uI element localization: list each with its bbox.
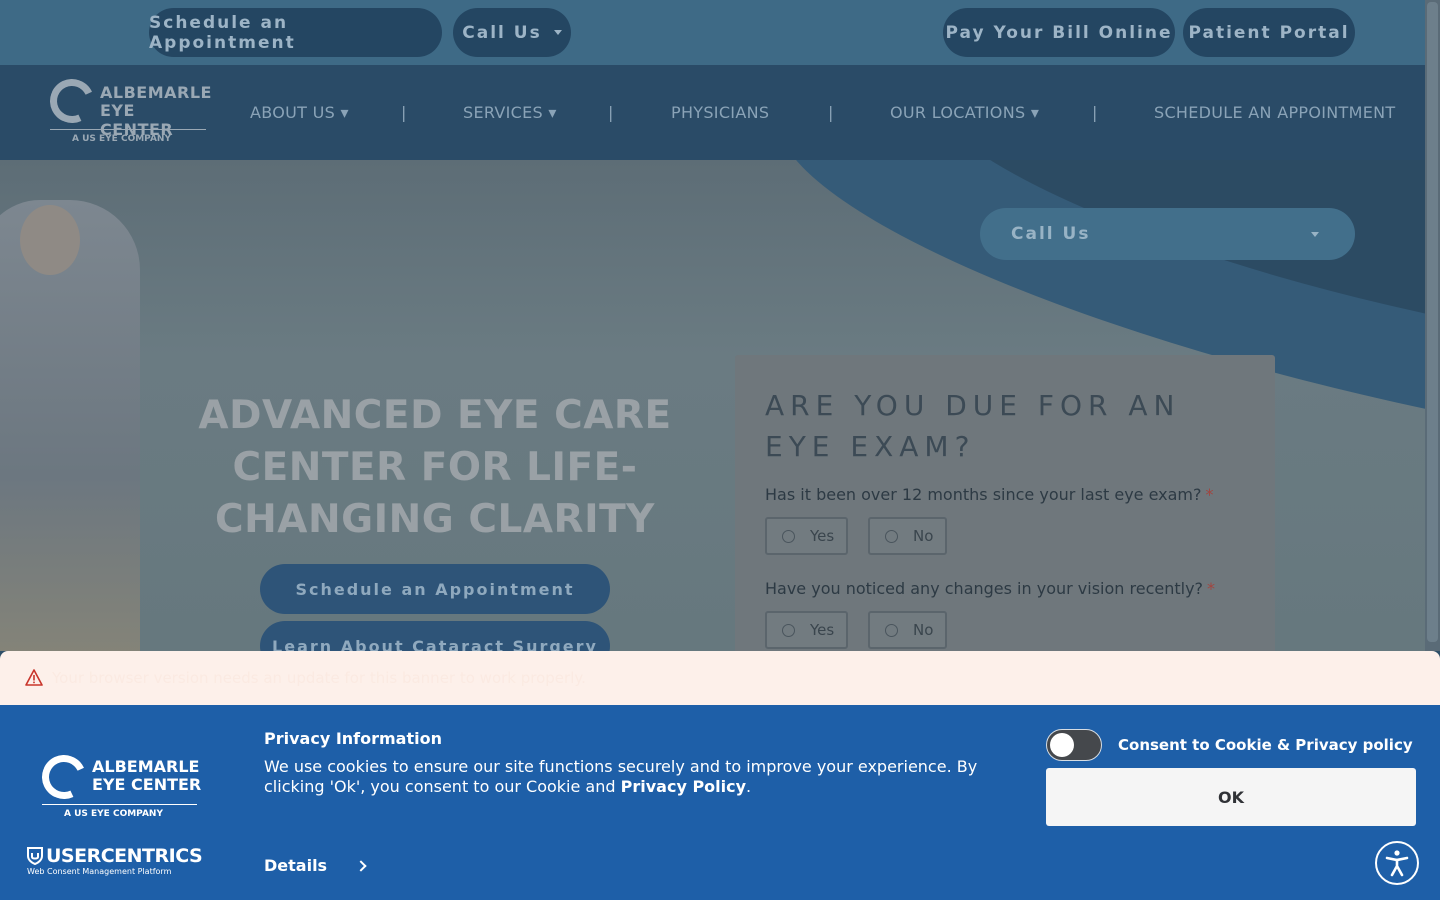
privacy-body: We use cookies to ensure our site functi…	[264, 757, 1004, 797]
hero-photo-head	[20, 205, 80, 275]
q1-option-no[interactable]: No	[868, 517, 947, 555]
eye-exam-form: ARE YOU DUE FOR AN EYE EXAM? Has it been…	[735, 355, 1275, 651]
nav-separator: |	[1092, 103, 1098, 122]
nav-item-physicians[interactable]: PHYSICIANS	[671, 103, 769, 122]
logo-line-3: A US EYE COMPANY	[64, 809, 163, 819]
accessibility-button[interactable]	[1375, 841, 1419, 885]
logo-divider	[42, 804, 197, 805]
nav-separator: |	[401, 103, 407, 122]
nav-item-services[interactable]: SERVICES ▾	[463, 103, 557, 122]
q1-yes-label: Yes	[810, 527, 835, 545]
consent-toggle[interactable]	[1046, 729, 1102, 761]
hero-call-us-dropdown[interactable]: Call Us	[980, 208, 1355, 260]
ok-button[interactable]: OK	[1046, 768, 1416, 826]
form-title: ARE YOU DUE FOR AN EYE EXAM?	[765, 389, 1181, 463]
page-scrollbar[interactable]	[1425, 0, 1440, 651]
q2-yes-label: Yes	[810, 621, 835, 639]
radio-icon	[885, 623, 898, 637]
nav-separator: |	[608, 103, 614, 122]
hero-photo-person	[0, 200, 140, 651]
nav-separator: |	[828, 103, 834, 122]
privacy-body-suffix: .	[746, 777, 752, 796]
logo-ring-icon	[43, 72, 101, 130]
nav-item-our-locations[interactable]: OUR LOCATIONS ▾	[890, 103, 1039, 122]
logo-line-3: A US EYE COMPANY	[72, 134, 171, 144]
logo-line-2: EYE CENTER	[92, 775, 202, 794]
logo-divider	[50, 129, 206, 130]
hero-schedule-label: Schedule an Appointment	[295, 579, 575, 599]
privacy-title: Privacy Information	[264, 729, 442, 748]
browser-warning-text: Your browser version needs an update for…	[52, 669, 586, 687]
pay-bill-button[interactable]: Pay Your Bill Online	[943, 8, 1175, 57]
hero-section: Call Us ADVANCED EYE CARE CENTER FOR LIF…	[0, 160, 1425, 651]
radio-icon	[782, 623, 795, 637]
form-question-1: Has it been over 12 months since your la…	[765, 485, 1214, 504]
logo-ring-icon	[35, 748, 93, 806]
hero-cataract-button[interactable]: Learn About Cataract Surgery	[260, 621, 610, 651]
question-2-text: Have you noticed any changes in your vis…	[765, 579, 1204, 598]
hero-call-us-label: Call Us	[1011, 224, 1091, 244]
hero-headline: ADVANCED EYE CARE CENTER FOR LIFE-CHANGI…	[198, 393, 672, 542]
details-label: Details	[264, 856, 328, 875]
consent-toggle-label: Consent to Cookie & Privacy policy	[1118, 736, 1413, 754]
q1-no-label: No	[913, 527, 934, 545]
caret-down-icon	[553, 30, 562, 35]
call-us-dropdown-button[interactable]: Call Us	[453, 8, 571, 57]
consent-site-logo: ALBEMARLE EYE CENTER A US EYE COMPANY	[35, 748, 202, 823]
site-logo[interactable]: ALBEMARLE EYE CENTER A US EYE COMPANY	[43, 72, 212, 149]
scrollbar-thumb[interactable]	[1427, 2, 1438, 642]
q2-option-no[interactable]: No	[868, 611, 947, 649]
q2-no-label: No	[913, 621, 934, 639]
schedule-appointment-label: Schedule an Appointment	[149, 12, 296, 53]
question-1-text: Has it been over 12 months since your la…	[765, 485, 1202, 504]
usercentrics-sub: Web Consent Management Platform	[27, 867, 172, 876]
patient-portal-label: Patient Portal	[1188, 22, 1350, 43]
radio-icon	[782, 529, 795, 543]
accessibility-icon	[1385, 850, 1409, 877]
required-mark: *	[1205, 485, 1214, 504]
top-utility-bar: Schedule an Appointment Call Us Pay Your…	[0, 0, 1425, 65]
q1-option-yes[interactable]: Yes	[765, 517, 848, 555]
q2-option-yes[interactable]: Yes	[765, 611, 848, 649]
shield-icon	[27, 847, 43, 865]
hero-schedule-button[interactable]: Schedule an Appointment	[260, 564, 610, 614]
nav-item-schedule[interactable]: SCHEDULE AN APPOINTMENT	[1154, 103, 1395, 122]
logo-line-1: ALBEMARLE	[92, 757, 200, 776]
pay-bill-label: Pay Your Bill Online	[945, 22, 1173, 43]
schedule-appointment-button[interactable]: Schedule an Appointment	[149, 8, 442, 57]
cookie-consent-panel: ALBEMARLE EYE CENTER A US EYE COMPANY US…	[0, 705, 1440, 900]
hero-cataract-label: Learn About Cataract Surgery	[272, 636, 598, 652]
warning-triangle-icon	[25, 669, 43, 686]
nav-item-about-us[interactable]: ABOUT US ▾	[250, 103, 349, 122]
required-mark: *	[1207, 579, 1216, 598]
usercentrics-name: USERCENTRICS	[46, 845, 203, 867]
caret-down-icon	[1311, 232, 1319, 237]
main-navigation: ALBEMARLE EYE CENTER A US EYE COMPANY AB…	[0, 65, 1425, 160]
details-link[interactable]: Details	[264, 856, 367, 875]
ok-label: OK	[1218, 787, 1244, 807]
chevron-right-icon	[355, 859, 367, 872]
radio-icon	[885, 529, 898, 543]
logo-line-1: ALBEMARLE	[100, 83, 212, 102]
patient-portal-button[interactable]: Patient Portal	[1183, 8, 1355, 57]
form-question-2: Have you noticed any changes in your vis…	[765, 579, 1215, 598]
privacy-policy-link[interactable]: Privacy Policy	[621, 777, 746, 796]
browser-warning-banner: Your browser version needs an update for…	[0, 651, 1440, 705]
call-us-label: Call Us	[462, 22, 542, 43]
toggle-knob	[1050, 733, 1074, 757]
